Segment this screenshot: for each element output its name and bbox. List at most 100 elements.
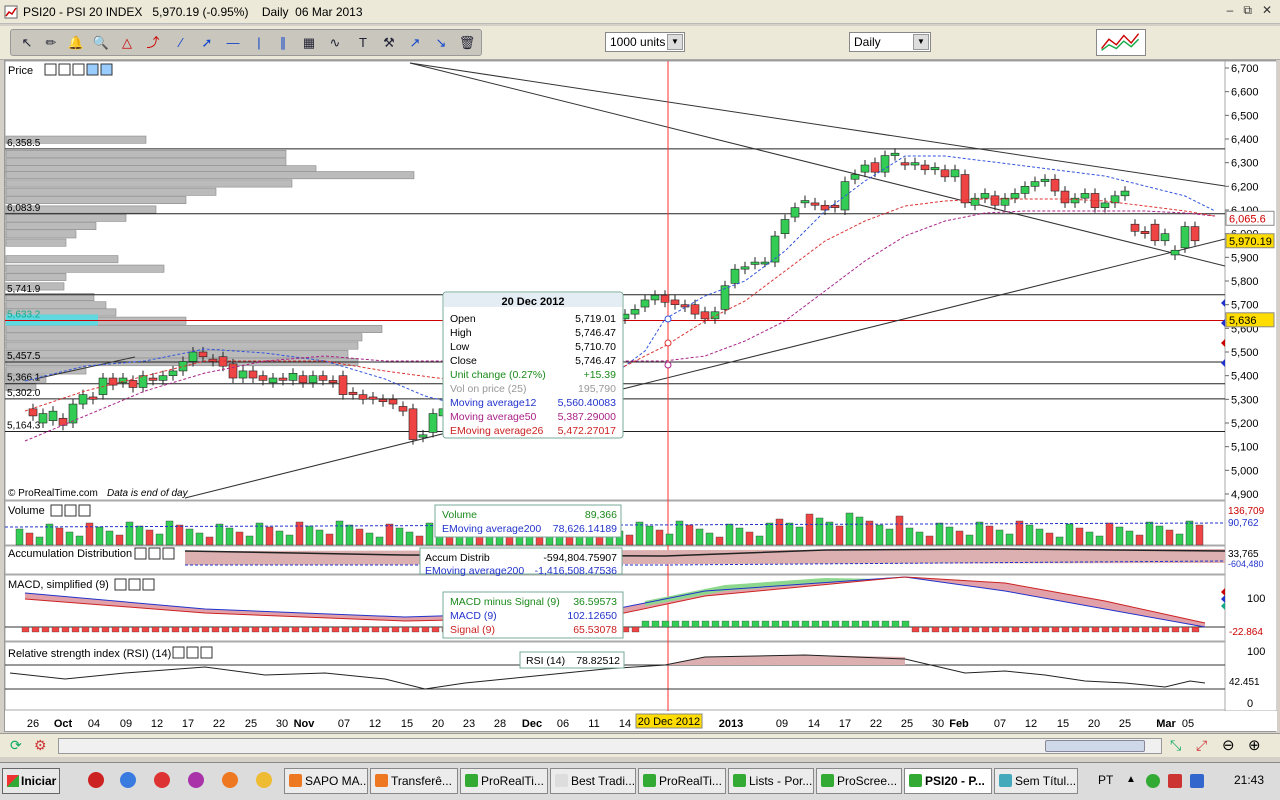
pane-add-icon[interactable] [100, 63, 113, 76]
expand-icon[interactable]: ⤡ [1170, 737, 1181, 754]
pane-wrench-icon[interactable] [134, 547, 147, 560]
rsi-tooltip-key: RSI (14) [526, 655, 565, 667]
level-label: 5,633.2 [7, 309, 41, 320]
refresh-icon[interactable]: ⟳ [10, 737, 22, 754]
volume-bar [1025, 524, 1034, 546]
scrollbar-thumb[interactable] [1045, 740, 1145, 752]
tray-icon[interactable] [1190, 774, 1204, 788]
close-button[interactable]: ✕ [1262, 3, 1272, 18]
candle [328, 380, 338, 384]
volume-bar [305, 525, 314, 546]
time-scrollbar[interactable] [58, 738, 1162, 754]
taskbar-button[interactable]: Lists - Por... [728, 768, 814, 794]
macd-histogram-bar [871, 620, 880, 628]
wave-icon[interactable]: ∿ [325, 33, 345, 53]
zoom-icon[interactable]: 🔍 [91, 33, 111, 53]
trash-icon[interactable]: 🗑 [457, 33, 477, 53]
pane-maximize-icon[interactable] [128, 578, 141, 591]
candle [338, 375, 348, 395]
fibonacci-icon[interactable]: △ [117, 33, 137, 53]
taskbar-button[interactable]: Sem Títul... [994, 768, 1078, 794]
pane-maximize-icon[interactable] [58, 63, 71, 76]
pane-close-icon[interactable] [200, 646, 213, 659]
macd-histogram-bar [861, 620, 870, 628]
pane-wrench-icon[interactable] [172, 646, 185, 659]
volume-bar [35, 536, 44, 546]
vertical-line-icon[interactable]: | [249, 33, 269, 53]
volume-bar [975, 521, 984, 546]
firefox-icon[interactable] [222, 772, 238, 788]
tray-expand-icon[interactable]: ▲ [1126, 768, 1136, 792]
line-icon[interactable]: ∕ [171, 33, 191, 53]
channel-icon[interactable]: ∥ [273, 33, 293, 53]
pane-maximize-icon[interactable] [148, 547, 161, 560]
start-button[interactable]: Iniciar [2, 768, 60, 794]
volume-bar [1165, 529, 1174, 546]
taskbar-button[interactable]: Transferê... [370, 768, 458, 794]
macd-histogram-bar [1031, 626, 1040, 633]
network-icon[interactable] [1146, 774, 1160, 788]
pane-wrench-icon[interactable] [114, 578, 127, 591]
zoom-in-icon[interactable]: ⊕ [1248, 736, 1261, 754]
tooltip-value: 5,560.40083 [558, 397, 617, 409]
macd-histogram-bar [131, 626, 140, 633]
date-axis-label: 30 [276, 718, 288, 730]
grid-icon[interactable]: ▦ [299, 33, 319, 53]
macd-histogram-bar [911, 626, 920, 633]
tools-icon[interactable]: ⚒ [379, 33, 399, 53]
pane-maximize-icon[interactable] [64, 504, 77, 517]
text-icon[interactable]: T [353, 33, 373, 53]
taskbar-button[interactable]: PSI20 - P... [904, 768, 992, 794]
alert-bell-icon[interactable]: 🔔 [66, 33, 86, 53]
macd-histogram-bar [731, 620, 740, 628]
restore-button[interactable]: ⧉ [1243, 3, 1252, 18]
timeframe-select[interactable]: Daily ▼ [849, 32, 931, 52]
pane-maximize-icon[interactable] [186, 646, 199, 659]
options-icon[interactable]: ⚙ [34, 737, 47, 754]
quicklaunch-icon[interactable] [154, 772, 170, 788]
horizontal-line-icon[interactable]: — [223, 33, 243, 53]
indicators-icon[interactable] [1096, 29, 1146, 56]
volume-bar [725, 523, 734, 546]
macd-histogram-bar [1131, 626, 1140, 633]
ruler-icon[interactable]: ✏ [41, 33, 61, 53]
language-indicator[interactable]: PT [1098, 768, 1113, 792]
quicklaunch-icon[interactable] [256, 772, 272, 788]
macd-histogram-bar [351, 626, 360, 633]
pane-close-icon[interactable] [72, 63, 85, 76]
ie-icon[interactable] [120, 772, 136, 788]
volume-bar [205, 536, 214, 546]
quicklaunch-icon[interactable] [188, 772, 204, 788]
taskbar-button[interactable]: SAPO MA... [284, 768, 368, 794]
fan-icon[interactable]: ⤴ [143, 33, 163, 53]
pointer-icon[interactable]: ↖ [17, 33, 37, 53]
taskbar-button[interactable]: Best Tradi... [550, 768, 636, 794]
pane-wrench-icon[interactable] [50, 504, 63, 517]
chart-area[interactable]: 6,7006,6006,5006,4006,3006,2006,1006,000… [4, 60, 1278, 733]
contract-icon[interactable]: ⤢ [1196, 737, 1207, 754]
volume-bar [165, 520, 174, 546]
chart-canvas[interactable]: 6,7006,6006,5006,4006,3006,2006,1006,000… [4, 60, 1278, 733]
arrow-down-icon[interactable]: ↘ [431, 33, 451, 53]
macd-histogram-bar [111, 626, 120, 633]
taskbar-button[interactable]: ProRealTi... [460, 768, 548, 794]
pane-close-icon[interactable] [78, 504, 91, 517]
units-select[interactable]: 1000 units ▼ [605, 32, 685, 52]
zoom-out-icon[interactable]: ⊖ [1222, 736, 1235, 754]
pane-wrench-icon[interactable] [44, 63, 57, 76]
arrow-up-icon[interactable]: ↗ [405, 33, 425, 53]
pane-close-icon[interactable] [142, 578, 155, 591]
macd-histogram-bar [781, 620, 790, 628]
taskbar-button-label: ProRealTi... [481, 774, 544, 788]
candle [278, 377, 288, 381]
antivirus-icon[interactable] [1168, 774, 1182, 788]
taskbar-button[interactable]: ProScree... [816, 768, 902, 794]
taskbar-button[interactable]: ProRealTi... [638, 768, 726, 794]
quicklaunch-icon[interactable] [88, 772, 104, 788]
candle [880, 155, 890, 173]
pane-close-icon[interactable] [162, 547, 175, 560]
bottom-bar: ⟳ ⚙ ⤡ ⤢ ⊖ ⊕ [0, 733, 1280, 757]
ray-icon[interactable]: ➚ [197, 33, 217, 53]
minimize-button[interactable]: – [1227, 3, 1234, 18]
pane-move-up-icon[interactable] [86, 63, 99, 76]
